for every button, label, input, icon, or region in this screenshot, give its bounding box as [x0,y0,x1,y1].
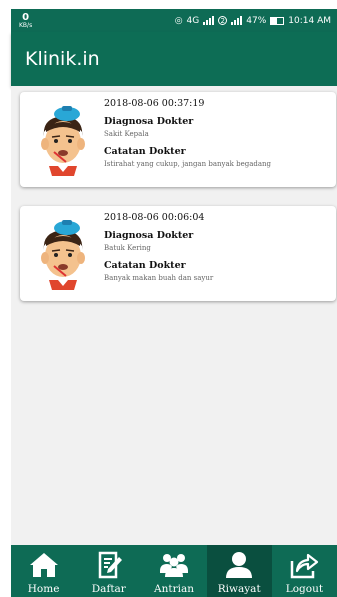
sick-person-avatar-icon [41,220,85,290]
battery-icon [270,16,285,25]
network-speed: 0 KB/s [19,11,33,29]
bottom-nav: Home Daftar Antrian Riwayat Logout [11,545,337,597]
signal-icon [203,16,215,25]
history-info: 2018-08-06 00:37:19 Diagnosa Dokter Saki… [104,98,328,176]
notes-value: Banyak makan buah dan sayur [104,274,214,282]
diagnosis-label: Diagnosa Dokter [104,230,194,241]
notes-value: Istirahat yang cukup, jangan banyak bega… [104,160,272,168]
history-list[interactable]: 2018-08-06 00:37:19 Diagnosa Dokter Saki… [11,86,337,545]
nav-antrian[interactable]: Antrian [141,545,206,597]
nav-logout[interactable]: Logout [272,545,337,597]
app-title: Klinik.in [25,48,100,70]
nav-daftar-label: Daftar [91,583,126,595]
diagnosis-value: Batuk Kering [104,244,151,252]
nav-daftar[interactable]: Daftar [76,545,141,597]
nav-logout-label: Logout [285,583,324,595]
person-icon [226,552,253,578]
sick-person-avatar-icon [41,106,85,176]
history-datetime: 2018-08-06 00:37:19 [104,98,205,109]
nav-riwayat[interactable]: Riwayat [206,545,272,597]
status-bar: 0 KB/s ◎ 4G 2 47% 10:14 AM [11,9,337,32]
home-icon [29,553,58,577]
network-speed-value: 0 [22,11,30,23]
notes-label: Catatan Dokter [104,260,186,271]
nav-home[interactable]: Home [11,545,76,597]
sync-icon: ◎ [174,15,183,26]
history-info: 2018-08-06 00:06:04 Diagnosa Dokter Batu… [104,212,328,290]
nav-riwayat-label: Riwayat [217,583,261,595]
signal-icon-2 [231,16,243,25]
history-card[interactable]: 2018-08-06 00:37:19 Diagnosa Dokter Saki… [20,92,336,187]
clock: 10:14 AM [288,15,331,26]
network-type: 4G [186,15,200,26]
share-icon [291,553,319,579]
history-card[interactable]: 2018-08-06 00:06:04 Diagnosa Dokter Batu… [20,206,336,301]
nav-antrian-label: Antrian [154,583,194,595]
diagnosis-label: Diagnosa Dokter [104,116,194,127]
clipboard-edit-icon [98,551,122,579]
history-datetime: 2018-08-06 00:06:04 [104,212,205,223]
app-bar: Klinik.in [11,32,337,86]
diagnosis-value: Sakit Kepala [104,130,149,138]
group-icon [160,554,188,577]
status-icons: ◎ 4G 2 47% 10:14 AM [175,16,331,26]
sim-slot: 2 [218,16,228,25]
network-speed-unit: KB/s [19,21,33,29]
nav-home-label: Home [27,583,60,595]
notes-label: Catatan Dokter [104,146,186,157]
battery-percent: 47% [246,15,267,26]
